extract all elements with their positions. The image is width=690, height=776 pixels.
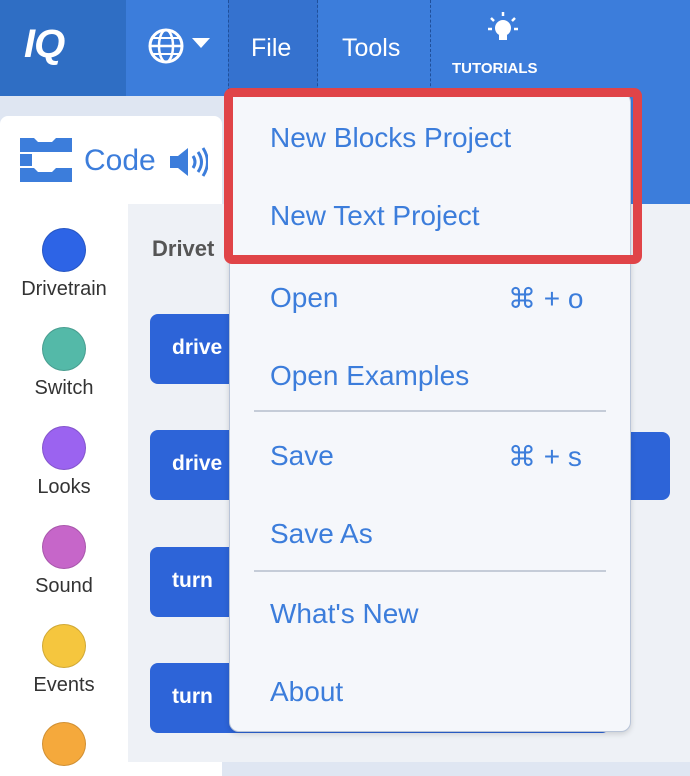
category-switch[interactable]: Switch — [0, 327, 128, 400]
globe-icon[interactable] — [146, 26, 186, 66]
code-tab-label: Code — [84, 144, 156, 177]
category-label: Switch — [34, 377, 94, 399]
highlight-annotation — [224, 88, 642, 264]
chevron-down-icon[interactable] — [192, 38, 210, 48]
menu-item-whats-new[interactable]: What's New — [270, 598, 419, 630]
block-label: drive — [172, 336, 223, 359]
menu-item-save[interactable]: Save — [270, 440, 334, 472]
category-control[interactable] — [0, 722, 128, 766]
tutorials-label[interactable]: TUTORIALS — [452, 60, 538, 77]
blocks-icon — [20, 138, 72, 182]
menu-file[interactable]: File — [228, 0, 318, 96]
logo-text: IQ — [24, 22, 65, 66]
speaker-icon[interactable] — [168, 146, 208, 178]
category-dot — [42, 426, 86, 470]
category-dot — [42, 624, 86, 668]
open-shortcut: ⌘ + o — [508, 283, 584, 314]
category-dot — [42, 228, 86, 272]
workspace-category-title: Drivet — [152, 236, 215, 261]
category-label: Looks — [37, 476, 91, 498]
lightbulb-icon[interactable] — [486, 10, 520, 46]
menu-divider — [254, 570, 606, 572]
menu-tools[interactable]: Tools — [318, 0, 431, 96]
menu-item-about[interactable]: About — [270, 676, 343, 708]
category-events[interactable]: Events — [0, 624, 128, 697]
category-dot — [42, 525, 86, 569]
save-shortcut: ⌘ + s — [508, 441, 582, 472]
menu-item-save-as[interactable]: Save As — [270, 518, 373, 550]
block-label: turn — [172, 685, 213, 708]
menu-tools-label: Tools — [342, 34, 401, 62]
block-label: drive — [172, 452, 223, 475]
category-sound[interactable]: Sound — [0, 525, 128, 598]
category-label: Drivetrain — [21, 278, 107, 300]
menu-item-open-examples[interactable]: Open Examples — [270, 360, 469, 392]
menu-item-open[interactable]: Open — [270, 282, 339, 314]
category-label: Events — [33, 674, 95, 696]
block-label: turn — [172, 569, 213, 592]
logo[interactable]: IQ — [0, 0, 126, 96]
menu-file-label: File — [251, 34, 292, 62]
category-dot — [42, 722, 86, 766]
category-dot — [42, 327, 86, 371]
category-drivetrain[interactable]: Drivetrain — [0, 228, 128, 301]
category-looks[interactable]: Looks — [0, 426, 128, 499]
menu-divider — [254, 410, 606, 412]
category-label: Sound — [35, 575, 93, 597]
